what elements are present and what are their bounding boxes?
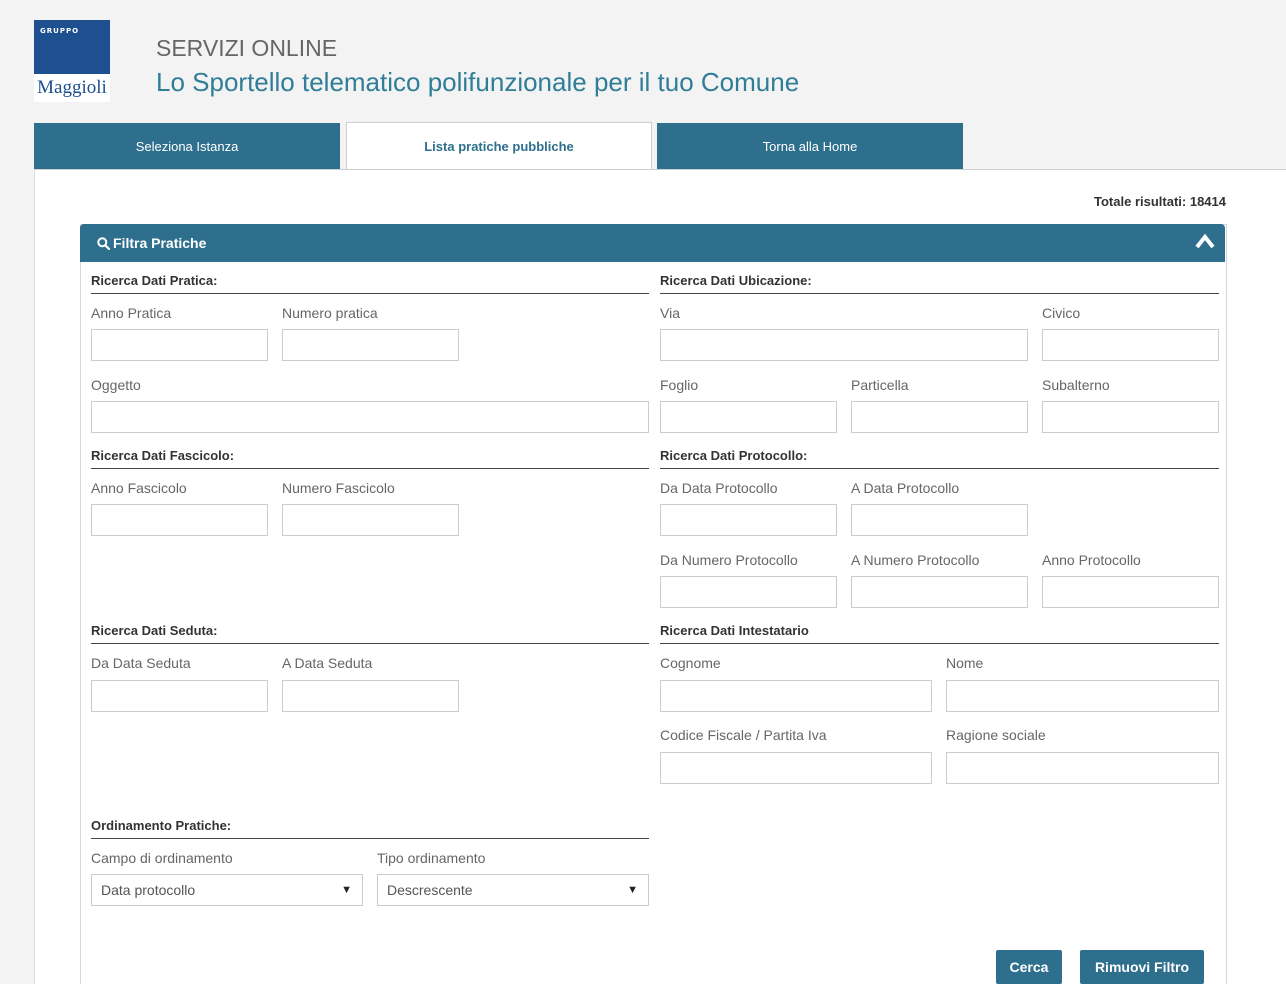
tipo-ordinamento-select[interactable]: Descrescente ▼ — [377, 874, 649, 906]
label-via: Via — [660, 305, 680, 321]
nome-input[interactable] — [946, 680, 1219, 712]
cognome-input[interactable] — [660, 680, 932, 712]
a-data-seduta-input[interactable] — [282, 680, 459, 712]
section-dati-pratica: Ricerca Dati Pratica: — [91, 273, 649, 294]
label-cognome: Cognome — [660, 655, 721, 671]
anno-protocollo-input[interactable] — [1042, 576, 1219, 608]
label-da-numero-protocollo: Da Numero Protocollo — [660, 552, 798, 568]
label-a-numero-protocollo: A Numero Protocollo — [851, 552, 980, 568]
label-subalterno: Subalterno — [1042, 377, 1110, 393]
a-data-protocollo-input[interactable] — [851, 504, 1028, 536]
numero-pratica-input[interactable] — [282, 329, 459, 361]
label-numero-pratica: Numero pratica — [282, 305, 378, 321]
filter-panel-header[interactable]: Filtra Pratiche — [80, 224, 1225, 262]
cerca-button[interactable]: Cerca — [996, 950, 1062, 984]
label-nome: Nome — [946, 655, 984, 671]
section-ordinamento: Ordinamento Pratiche: — [91, 818, 649, 839]
particella-input[interactable] — [851, 401, 1028, 433]
chevron-up-icon[interactable] — [1195, 233, 1215, 249]
codice-fiscale-input[interactable] — [660, 752, 932, 784]
subalterno-input[interactable] — [1042, 401, 1219, 433]
results-total: Totale risultati: 18414 — [1094, 194, 1226, 209]
section-dati-fascicolo: Ricerca Dati Fascicolo: — [91, 448, 649, 469]
numero-fascicolo-input[interactable] — [282, 504, 459, 536]
a-numero-protocollo-input[interactable] — [851, 576, 1028, 608]
rimuovi-filtro-button[interactable]: Rimuovi Filtro — [1080, 950, 1204, 984]
label-tipo-ordinamento: Tipo ordinamento — [377, 850, 486, 866]
anno-fascicolo-input[interactable] — [91, 504, 268, 536]
civico-input[interactable] — [1042, 329, 1219, 361]
tab-seleziona-istanza[interactable]: Seleziona Istanza — [34, 123, 340, 169]
label-ragione-sociale: Ragione sociale — [946, 727, 1046, 743]
label-particella: Particella — [851, 377, 909, 393]
label-da-data-seduta: Da Data Seduta — [91, 655, 191, 671]
label-a-data-seduta: A Data Seduta — [282, 655, 373, 671]
label-a-data-protocollo: A Data Protocollo — [851, 480, 960, 496]
tab-lista-pratiche-pubbliche[interactable]: Lista pratiche pubbliche — [346, 122, 652, 171]
filter-panel-title: Filtra Pratiche — [113, 235, 207, 251]
label-anno-protocollo: Anno Protocollo — [1042, 552, 1141, 568]
label-codice-fiscale: Codice Fiscale / Partita Iva — [660, 727, 827, 743]
site-subtitle: Lo Sportello telematico polifunzionale p… — [156, 67, 800, 97]
section-dati-intestatario: Ricerca Dati Intestatario — [660, 623, 1219, 644]
search-icon — [97, 237, 111, 251]
site-title: SERVIZI ONLINE — [156, 35, 338, 61]
section-dati-seduta: Ricerca Dati Seduta: — [91, 623, 649, 644]
tab-torna-alla-home[interactable]: Torna alla Home — [657, 123, 963, 169]
label-da-data-protocollo: Da Data Protocollo — [660, 480, 778, 496]
label-anno-fascicolo: Anno Fascicolo — [91, 480, 187, 496]
da-data-protocollo-input[interactable] — [660, 504, 837, 536]
via-input[interactable] — [660, 329, 1028, 361]
campo-ordinamento-select[interactable]: Data protocollo ▼ — [91, 874, 363, 906]
ragione-sociale-input[interactable] — [946, 752, 1219, 784]
label-oggetto: Oggetto — [91, 377, 141, 393]
label-campo-ordinamento: Campo di ordinamento — [91, 850, 233, 866]
da-numero-protocollo-input[interactable] — [660, 576, 837, 608]
logo-brand-text: Maggioli — [34, 74, 110, 102]
label-civico: Civico — [1042, 305, 1081, 321]
section-dati-protocollo: Ricerca Dati Protocollo: — [660, 448, 1219, 469]
logo-group-text: GRUPPO — [40, 27, 80, 35]
anno-pratica-input[interactable] — [91, 329, 268, 361]
label-anno-pratica: Anno Pratica — [91, 305, 172, 321]
section-dati-ubicazione: Ricerca Dati Ubicazione: — [660, 273, 1219, 294]
label-numero-fascicolo: Numero Fascicolo — [282, 480, 395, 496]
campo-ordinamento-value: Data protocollo — [101, 882, 196, 898]
oggetto-input[interactable] — [91, 401, 649, 433]
tipo-ordinamento-value: Descrescente — [387, 882, 473, 898]
da-data-seduta-input[interactable] — [91, 680, 268, 712]
maggioli-logo: GRUPPO Maggioli — [34, 20, 110, 102]
caret-down-icon: ▼ — [341, 884, 352, 896]
foglio-input[interactable] — [660, 401, 837, 433]
caret-down-icon: ▼ — [627, 884, 638, 896]
label-foglio: Foglio — [660, 377, 699, 393]
filter-panel-title-wrap: Filtra Pratiche — [97, 235, 206, 251]
